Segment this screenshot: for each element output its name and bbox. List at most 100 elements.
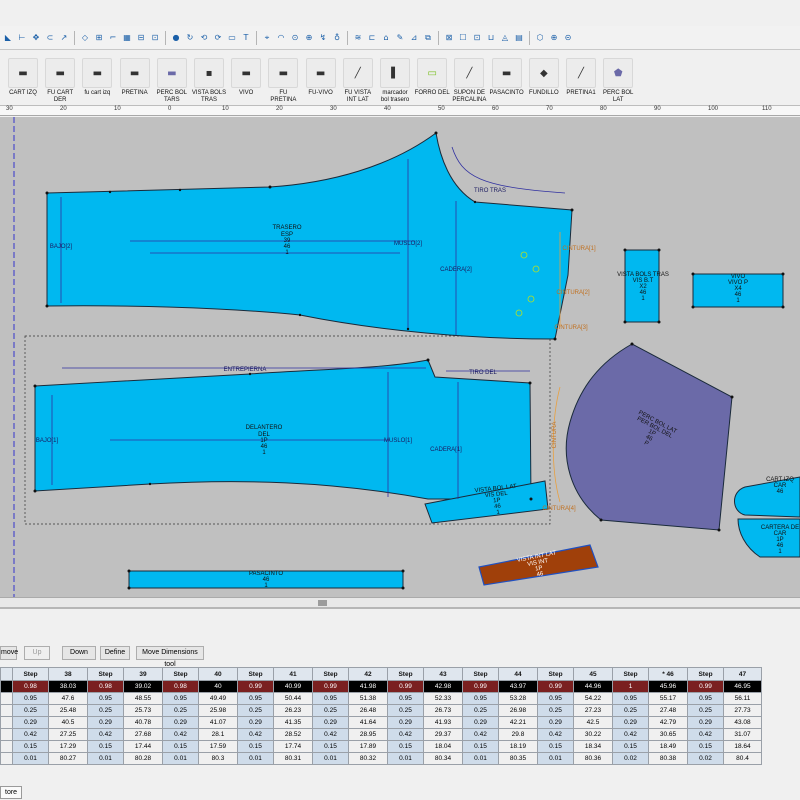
table-cell[interactable] [0, 728, 13, 741]
table-cell[interactable]: 0.15 [537, 740, 574, 753]
table-cell[interactable]: 50.44 [273, 692, 313, 705]
table-cell[interactable]: 38.03 [48, 680, 88, 693]
table-cell[interactable]: 17.59 [198, 740, 238, 753]
table-cell[interactable]: 80.34 [423, 752, 463, 765]
table-cell[interactable]: 56.11 [723, 692, 762, 705]
table-cell[interactable]: 80.4 [723, 752, 762, 765]
column-header[interactable]: Step [612, 667, 649, 681]
table-cell[interactable]: 31.07 [723, 728, 762, 741]
table-cell[interactable]: 0.29 [612, 716, 649, 729]
table-cell[interactable]: 42.5 [573, 716, 613, 729]
table-cell[interactable]: 41.98 [348, 680, 388, 693]
palette-item[interactable]: ▬ PERC BOL TARS [154, 58, 190, 104]
toolbar-tool-icon[interactable]: ✎ [394, 32, 406, 44]
table-cell[interactable]: 17.74 [273, 740, 313, 753]
toolbar-tool-icon[interactable]: ⧉ [422, 32, 434, 44]
palette-item[interactable]: ▬ PRETINA [117, 58, 153, 97]
table-cell[interactable]: 40.99 [273, 680, 313, 693]
table-cell[interactable]: 0.15 [87, 740, 124, 753]
table-cell[interactable]: 17.44 [123, 740, 163, 753]
palette-item[interactable]: ▬ fu cart izq [79, 58, 115, 97]
toolbar-tool-icon[interactable]: ◠ [275, 32, 287, 44]
palette-item[interactable]: ▬ CART IZQ [5, 58, 41, 97]
table-cell[interactable]: 0.95 [612, 692, 649, 705]
toolbar-tool-icon[interactable]: ⊕ [548, 32, 560, 44]
table-cell[interactable]: 0.25 [687, 704, 724, 717]
table-cell[interactable]: 0.95 [687, 692, 724, 705]
toolbar-tool-icon[interactable]: ⊔ [485, 32, 497, 44]
table-cell[interactable]: 0.15 [612, 740, 649, 753]
table-cell[interactable]: 39.02 [123, 680, 163, 693]
table-cell[interactable]: 0.99 [687, 680, 724, 693]
table-cell[interactable]: 0.25 [237, 704, 274, 717]
table-cell[interactable]: 28.95 [348, 728, 388, 741]
palette-item[interactable]: ▬ VIVO [228, 58, 264, 97]
delantero-piece[interactable] [34, 359, 532, 500]
table-cell[interactable]: 0.15 [387, 740, 424, 753]
table-cell[interactable]: 80.38 [648, 752, 688, 765]
table-cell[interactable]: 0.98 [12, 680, 49, 693]
toolbar-tool-icon[interactable]: ⊡ [471, 32, 483, 44]
toolbar-tool-icon[interactable]: ⟲ [198, 32, 210, 44]
toolbar-tool-icon[interactable]: ◇ [79, 32, 91, 44]
toolbar-tool-icon[interactable]: ▭ [226, 32, 238, 44]
table-cell[interactable]: 27.48 [648, 704, 688, 717]
table-cell[interactable]: 42.98 [423, 680, 463, 693]
table-cell[interactable]: 0.29 [87, 716, 124, 729]
table-row[interactable]: 0.98 38.03 0.98 39.02 0.98 40 0.99 40.99 0.99 41.… [0, 680, 762, 693]
toolbar-tool-icon[interactable]: ⊢ [16, 32, 28, 44]
table-cell[interactable]: 0.95 [312, 692, 349, 705]
table-row[interactable]: 0.95 47.6 0.95 48.55 0.95 49.49 0.95 50.44 0.95 5… [0, 692, 762, 705]
table-cell[interactable]: 80.32 [348, 752, 388, 765]
toolbar-tool-icon[interactable]: ⊏ [366, 32, 378, 44]
table-cell[interactable]: 0.42 [312, 728, 349, 741]
toolbar-tool-icon[interactable]: ⊙ [289, 32, 301, 44]
table-cell[interactable]: 0.29 [312, 716, 349, 729]
table-cell[interactable]: 40 [198, 680, 238, 693]
table-cell[interactable]: 1 [612, 680, 649, 693]
table-cell[interactable]: 0.95 [12, 692, 49, 705]
table-cell[interactable]: 0.42 [162, 728, 199, 741]
table-cell[interactable]: 0.15 [462, 740, 499, 753]
table-cell[interactable]: 28.52 [273, 728, 313, 741]
toolbar-tool-icon[interactable]: ⊝ [562, 32, 574, 44]
table-cell[interactable]: 47.6 [48, 692, 88, 705]
table-cell[interactable]: 0.25 [12, 704, 49, 717]
table-cell[interactable]: 27.73 [723, 704, 762, 717]
palette-item[interactable]: ╱ SUPON DE PERCALINA [451, 58, 487, 104]
column-header[interactable]: 38 [48, 667, 88, 681]
table-cell[interactable]: 0.99 [462, 680, 499, 693]
toolbar-tool-icon[interactable]: ▦ [121, 32, 133, 44]
table-cell[interactable]: 0.42 [12, 728, 49, 741]
table-cell[interactable] [0, 692, 13, 705]
toolbar-tool-icon[interactable]: ♁ [331, 32, 343, 44]
column-header[interactable]: 47 [723, 667, 762, 681]
table-cell[interactable]: 0.25 [387, 704, 424, 717]
column-header[interactable]: Step [162, 667, 199, 681]
horizontal-scrollbar[interactable] [0, 597, 800, 607]
define-button[interactable]: Define [100, 646, 130, 660]
toolbar-tool-icon[interactable]: ⟳ [212, 32, 224, 44]
table-cell[interactable]: 0.99 [537, 680, 574, 693]
palette-item[interactable]: ▬ FU-VIVO [303, 58, 339, 97]
table-cell[interactable]: 45.96 [648, 680, 688, 693]
table-cell[interactable]: 18.04 [423, 740, 463, 753]
table-cell[interactable]: 42.21 [498, 716, 538, 729]
column-header[interactable]: Step [462, 667, 499, 681]
toolbar-tool-icon[interactable]: ▤ [513, 32, 525, 44]
palette-item[interactable]: ▬ PASACINTO [489, 58, 525, 97]
table-cell[interactable]: 0.29 [12, 716, 49, 729]
palette-item[interactable]: ⬟ PERC BOL LAT [600, 58, 636, 104]
column-header[interactable]: 43 [423, 667, 463, 681]
toolbar-tool-icon[interactable]: ≋ [352, 32, 364, 44]
table-cell[interactable]: 30.22 [573, 728, 613, 741]
table-cell[interactable]: 0.95 [237, 692, 274, 705]
toolbar-tool-icon[interactable]: T [240, 32, 252, 44]
table-cell[interactable]: 0.42 [462, 728, 499, 741]
grading-table[interactable]: Step 38 Step 39 Step 40 Step 41 Step 42 Step 43 Step… [0, 667, 762, 765]
table-cell[interactable]: 0.25 [462, 704, 499, 717]
table-cell[interactable]: 40.78 [123, 716, 163, 729]
table-cell[interactable]: 0.98 [87, 680, 124, 693]
toolbar-tool-icon[interactable]: ✥ [30, 32, 42, 44]
remove-button[interactable]: move [0, 646, 18, 660]
